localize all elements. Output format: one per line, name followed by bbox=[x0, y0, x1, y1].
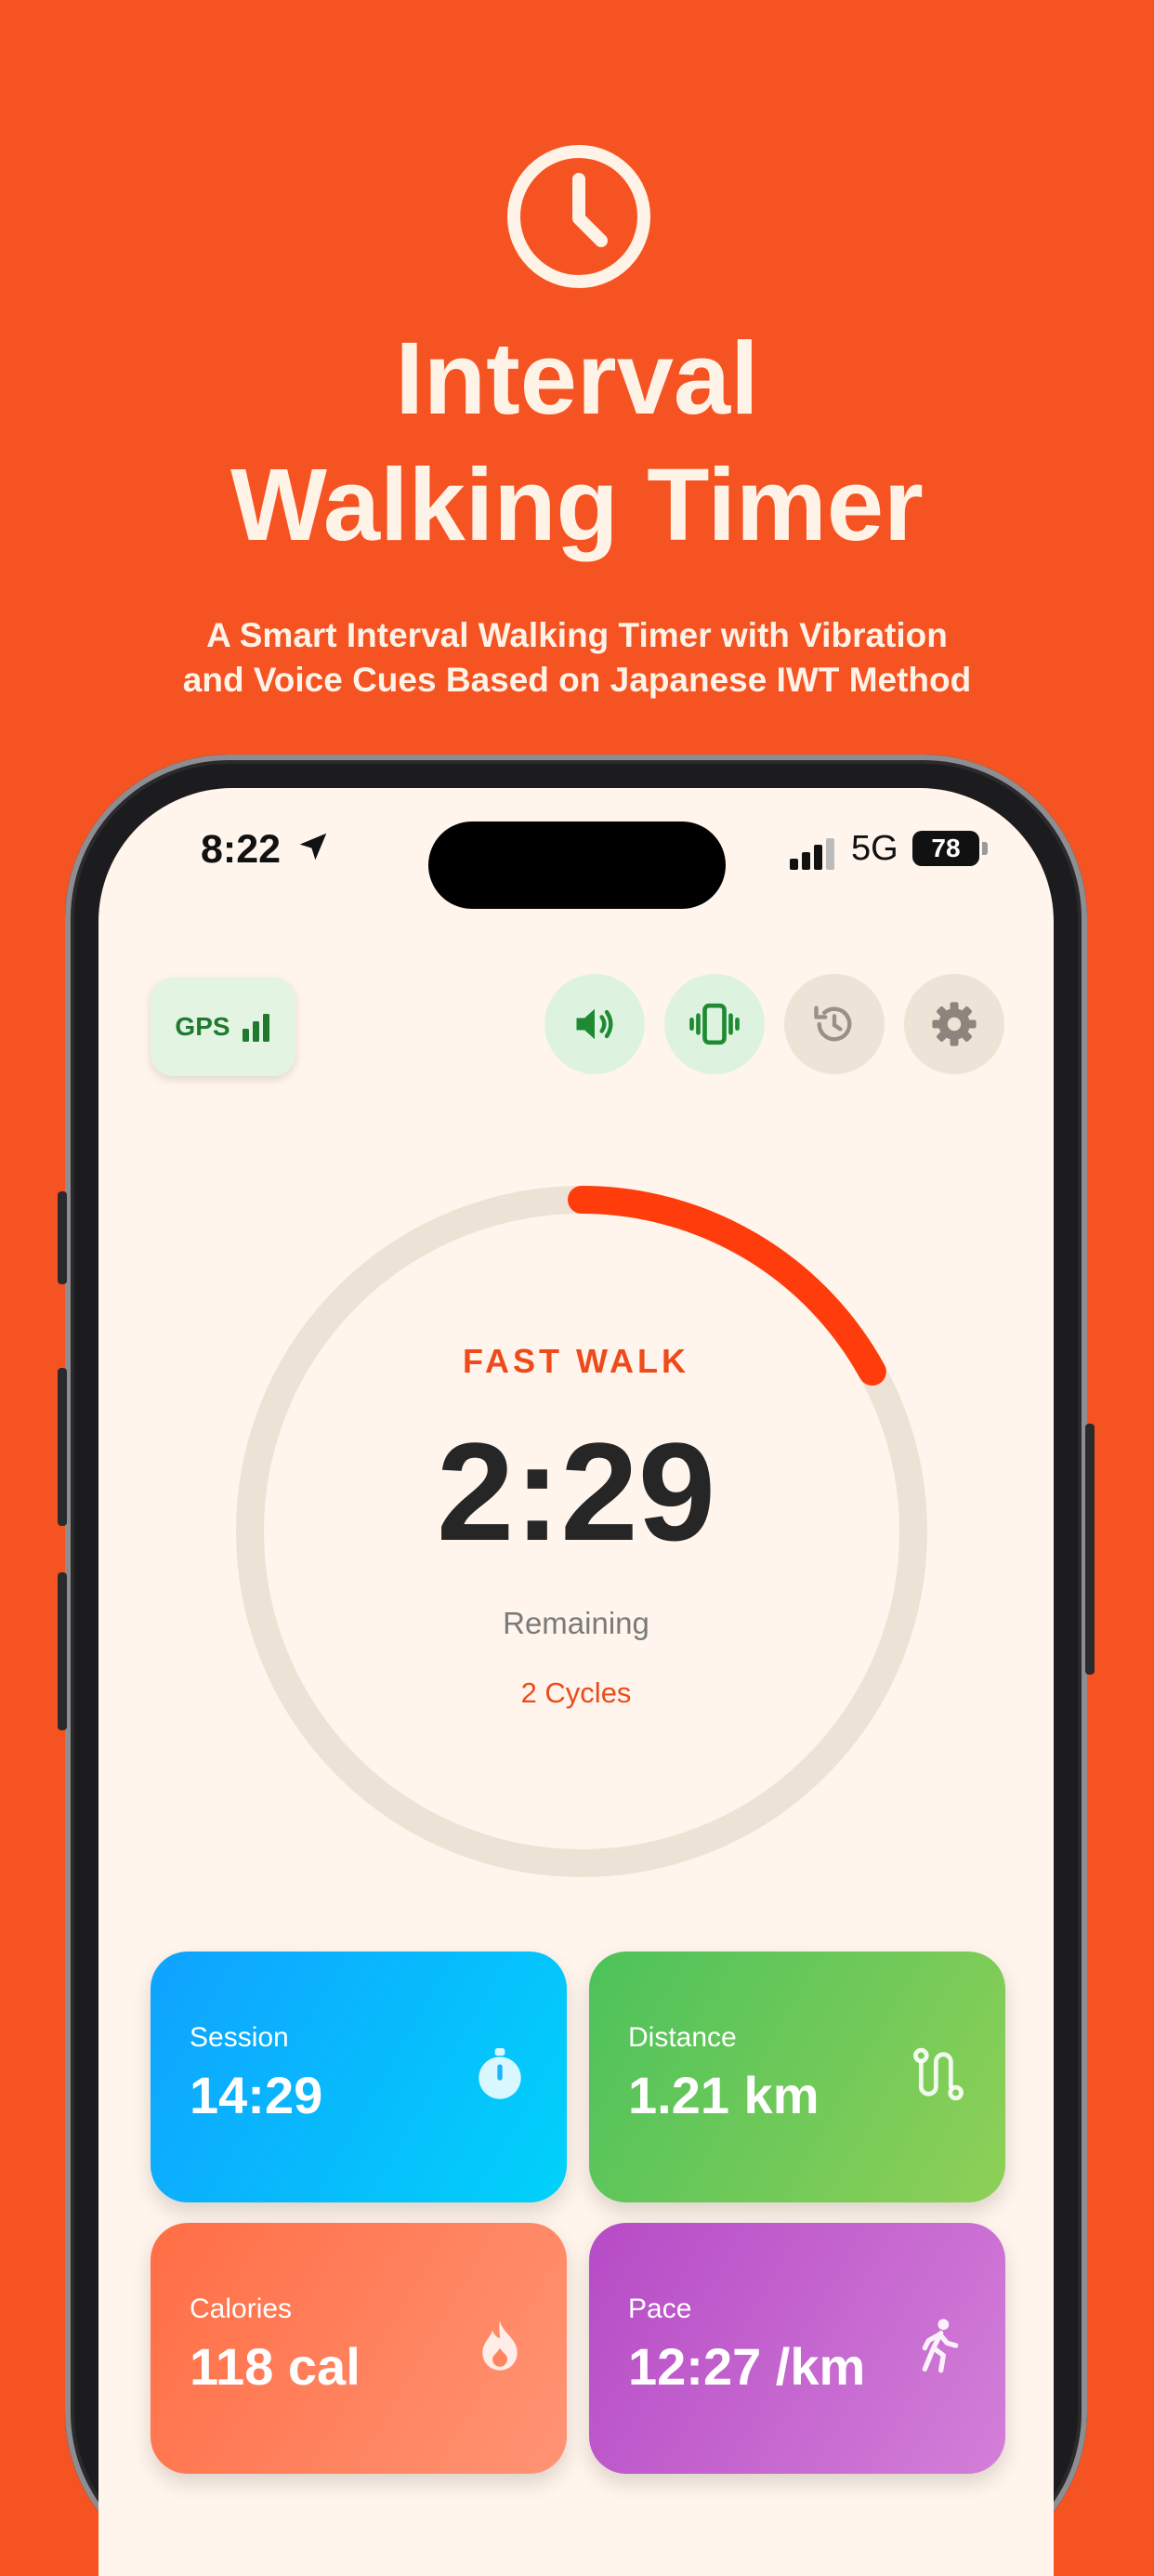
calories-card[interactable]: Calories 118 cal bbox=[151, 2223, 567, 2474]
session-label: Session bbox=[190, 2022, 289, 2053]
gps-label: GPS bbox=[175, 1012, 230, 1041]
phone-screen: 8:22 5G 78 GPS FAST WALK 2:29 Remaining … bbox=[98, 788, 1054, 2576]
side-button-power bbox=[1085, 1424, 1095, 1675]
pace-value: 12:27 /km bbox=[628, 2337, 866, 2396]
gps-signal-icon bbox=[242, 1014, 269, 1042]
calories-label: Calories bbox=[190, 2293, 293, 2324]
distance-card[interactable]: Distance 1.21 km bbox=[589, 1952, 1005, 2202]
vibration-toggle-button[interactable] bbox=[664, 974, 765, 1074]
cycles-count: 2 Cycles bbox=[520, 1676, 632, 1709]
location-arrow-icon bbox=[299, 833, 327, 861]
cellular-signal-icon bbox=[790, 838, 834, 870]
hero-subtitle-line2: and Voice Cues Based on Japanese IWT Met… bbox=[182, 661, 972, 699]
walking-icon bbox=[922, 2319, 959, 2373]
flame-icon bbox=[482, 2320, 518, 2371]
hero-title: Interval Walking Timer bbox=[0, 316, 1154, 569]
history-button[interactable] bbox=[784, 974, 885, 1074]
hero-title-line1: Interval bbox=[395, 322, 759, 436]
history-icon bbox=[814, 1005, 852, 1042]
status-time: 8:22 bbox=[201, 827, 282, 872]
calories-value: 118 cal bbox=[190, 2337, 361, 2396]
side-button-action bbox=[58, 1191, 67, 1284]
session-value: 14:29 bbox=[190, 2066, 323, 2124]
vibration-icon bbox=[689, 1003, 740, 1045]
hero-title-line2: Walking Timer bbox=[230, 448, 924, 562]
timer-countdown: 2:29 bbox=[436, 1413, 716, 1570]
pace-card[interactable]: Pace 12:27 /km bbox=[589, 2223, 1005, 2474]
battery-tip bbox=[982, 842, 988, 855]
pace-label: Pace bbox=[628, 2293, 692, 2324]
side-button-volume-up bbox=[58, 1368, 67, 1526]
stopwatch-icon bbox=[479, 2048, 521, 2099]
distance-label: Distance bbox=[628, 2022, 737, 2053]
remaining-label: Remaining bbox=[503, 1606, 649, 1640]
phone-frame: 8:22 5G 78 GPS FAST WALK 2:29 Remaining … bbox=[58, 755, 1095, 2576]
session-card[interactable]: Session 14:29 bbox=[151, 1952, 567, 2202]
settings-button[interactable] bbox=[904, 974, 1004, 1074]
sound-icon bbox=[576, 1008, 613, 1040]
status-bar: 8:22 5G 78 bbox=[98, 788, 1054, 909]
clock-icon bbox=[507, 145, 650, 288]
network-type: 5G bbox=[851, 829, 898, 868]
hero-subtitle: A Smart Interval Walking Timer with Vibr… bbox=[0, 613, 1154, 703]
route-icon bbox=[913, 2047, 964, 2101]
battery-indicator: 78 bbox=[912, 831, 979, 866]
hero-subtitle-line1: A Smart Interval Walking Timer with Vibr… bbox=[206, 616, 948, 654]
gps-status[interactable]: GPS bbox=[151, 978, 295, 1076]
distance-value: 1.21 km bbox=[628, 2066, 820, 2124]
interval-mode-label: FAST WALK bbox=[463, 1342, 689, 1380]
sound-toggle-button[interactable] bbox=[544, 974, 645, 1074]
dynamic-island bbox=[428, 821, 726, 909]
side-button-volume-down bbox=[58, 1572, 67, 1730]
settings-icon bbox=[932, 1002, 977, 1046]
